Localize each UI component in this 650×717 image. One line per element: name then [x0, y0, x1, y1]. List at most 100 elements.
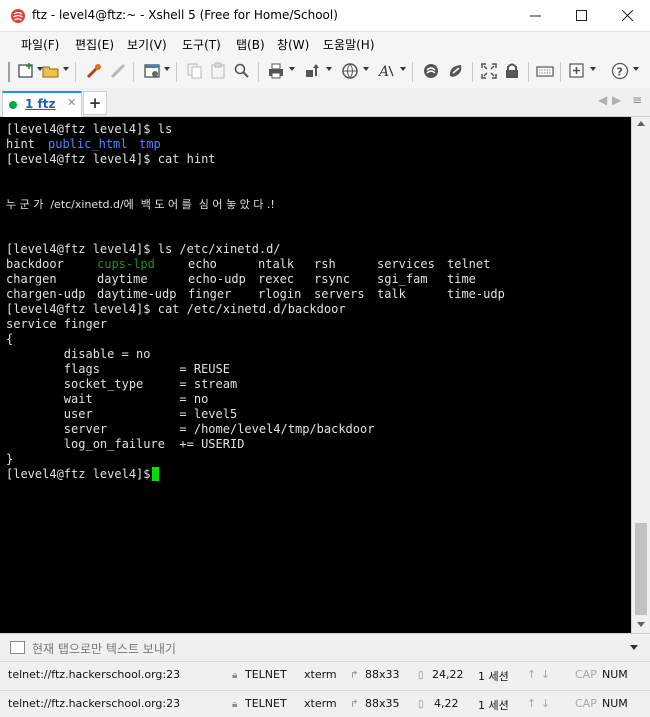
- status-terminal-type: xterm: [304, 697, 337, 710]
- size-icon: ↱: [350, 699, 359, 710]
- svg-text:?: ?: [617, 66, 623, 79]
- tab-scroll-right-icon[interactable]: ▶: [612, 93, 621, 107]
- terminal-line: {: [6, 332, 14, 346]
- xinetd-entry: backdoor: [6, 257, 64, 271]
- xftp-icon[interactable]: [422, 62, 440, 80]
- xinetd-entry: chargen-udp: [6, 287, 86, 301]
- disconnect-icon[interactable]: [109, 62, 127, 80]
- menu-file[interactable]: 파일(F): [21, 36, 59, 53]
- tab-label: 1 ftz: [25, 97, 56, 111]
- toolbar-separator: [176, 62, 177, 82]
- new-tab-dropdown-icon[interactable]: [164, 67, 170, 71]
- terminal-scrollbar[interactable]: [631, 117, 650, 633]
- globe-icon[interactable]: [341, 62, 359, 80]
- status-address: telnet://ftz.hackerschool.org:23: [8, 697, 181, 710]
- print-icon[interactable]: [267, 62, 285, 80]
- ls-entry-public-html: public_html: [48, 137, 128, 151]
- terminal-screen[interactable]: [level4@ftz level4]$ ls hint public_html…: [0, 117, 631, 633]
- transfer-dropdown-icon[interactable]: [326, 67, 332, 71]
- status-position: 24,22: [432, 668, 464, 681]
- menu-window[interactable]: 창(W): [277, 36, 309, 53]
- xinetd-entry: finger: [188, 287, 232, 301]
- fullscreen-icon[interactable]: [480, 62, 498, 80]
- svg-text:A: A: [377, 64, 389, 80]
- terminal-line: [level4@ftz level4]$ ls: [6, 122, 173, 136]
- scroll-up-icon[interactable]: [637, 121, 645, 126]
- terminal-line: wait = no: [6, 392, 209, 406]
- help-dropdown-icon[interactable]: [633, 67, 639, 71]
- size-icon: ↱: [350, 670, 359, 681]
- new-tab-icon[interactable]: [143, 62, 161, 80]
- terminal-line: socket_type = stream: [6, 377, 238, 391]
- scrollbar-thumb[interactable]: [635, 523, 647, 615]
- compose-icon[interactable]: [10, 641, 25, 654]
- new-session-icon[interactable]: [17, 62, 35, 80]
- menu-edit[interactable]: 편집(E): [75, 36, 114, 53]
- ls-entry-tmp: tmp: [139, 137, 161, 151]
- xmanager-icon[interactable]: [447, 62, 465, 80]
- status-bar: telnet://ftz.hackerschool.org:23 🔒︎ TELN…: [0, 690, 650, 717]
- add-icon[interactable]: [568, 62, 586, 80]
- add-tab-button[interactable]: +: [83, 91, 107, 115]
- menu-bar: 파일(F) 편집(E) 보기(V) 도구(T) 탭(B) 창(W) 도움말(H): [0, 32, 650, 56]
- maximize-button[interactable]: [558, 0, 604, 31]
- status-caps: CAP: [575, 697, 597, 710]
- toolbar-separator: [560, 62, 561, 82]
- font-icon[interactable]: A: [377, 62, 395, 80]
- session-next-icon[interactable]: ↓: [541, 668, 550, 681]
- status-size: 88x33: [365, 668, 400, 681]
- compose-bar[interactable]: 현재 탭으로만 텍스트 보내기: [0, 633, 650, 661]
- paste-icon[interactable]: [209, 62, 227, 80]
- tab-scroll-left-icon[interactable]: ◀: [598, 93, 607, 107]
- print-dropdown-icon[interactable]: [289, 67, 295, 71]
- compose-placeholder[interactable]: 현재 탭으로만 텍스트 보내기: [32, 640, 176, 657]
- help-icon[interactable]: ?: [611, 62, 629, 80]
- open-dropdown-icon[interactable]: [63, 67, 69, 71]
- scroll-down-icon[interactable]: [637, 622, 645, 627]
- position-icon: ▯: [418, 670, 424, 681]
- xinetd-entry: echo-udp: [188, 272, 246, 286]
- add-dropdown-icon[interactable]: [590, 67, 596, 71]
- toolbar-separator: [75, 62, 76, 82]
- status-size: 88x35: [365, 697, 400, 710]
- status-position: 4,22: [434, 697, 459, 710]
- properties-icon[interactable]: [85, 62, 103, 80]
- lock-icon[interactable]: [503, 62, 521, 80]
- tab-ftz[interactable]: 1 ftz ✕: [2, 91, 82, 117]
- toolbar-separator: [528, 62, 529, 82]
- session-prev-icon[interactable]: ↑: [527, 668, 536, 681]
- tab-bar: 1 ftz ✕ + ◀ ▶ ≡: [0, 88, 650, 117]
- find-icon[interactable]: [233, 62, 251, 80]
- menu-tab[interactable]: 탭(B): [236, 36, 265, 53]
- status-num: NUM: [602, 668, 628, 681]
- session-prev-icon[interactable]: ↑: [527, 697, 536, 710]
- terminal-line: server = /home/level4/tmp/backdoor: [6, 422, 375, 436]
- transfer-icon[interactable]: [304, 62, 322, 80]
- open-folder-icon[interactable]: [42, 62, 60, 80]
- globe-dropdown-icon[interactable]: [363, 67, 369, 71]
- xinetd-entry: time-udp: [447, 287, 505, 301]
- xinetd-entry: ntalk: [258, 257, 295, 271]
- xinetd-entry: daytime-udp: [97, 287, 177, 301]
- close-icon: [621, 9, 633, 21]
- status-caps: CAP: [575, 668, 597, 681]
- minimize-icon: [529, 15, 541, 16]
- menu-view[interactable]: 보기(V): [127, 36, 167, 53]
- copy-icon[interactable]: [186, 62, 204, 80]
- status-protocol: TELNET: [245, 697, 287, 710]
- session-next-icon[interactable]: ↓: [541, 697, 550, 710]
- minimize-button[interactable]: [512, 0, 558, 31]
- status-num: NUM: [602, 697, 628, 710]
- tab-menu-icon[interactable]: ≡: [632, 93, 642, 107]
- close-tab-icon[interactable]: ✕: [67, 96, 76, 109]
- keyboard-icon[interactable]: [536, 62, 554, 80]
- menu-tools[interactable]: 도구(T): [182, 36, 221, 53]
- close-button[interactable]: [604, 0, 650, 31]
- xinetd-entry-cups-lpd: cups-lpd: [97, 257, 155, 271]
- xshell-logo-icon: [11, 9, 25, 23]
- xinetd-entry: echo: [188, 257, 217, 271]
- terminal-line: service finger: [6, 317, 108, 331]
- menu-help[interactable]: 도움말(H): [323, 36, 375, 53]
- font-dropdown-icon[interactable]: [400, 67, 406, 71]
- compose-dropdown-icon[interactable]: [630, 645, 638, 650]
